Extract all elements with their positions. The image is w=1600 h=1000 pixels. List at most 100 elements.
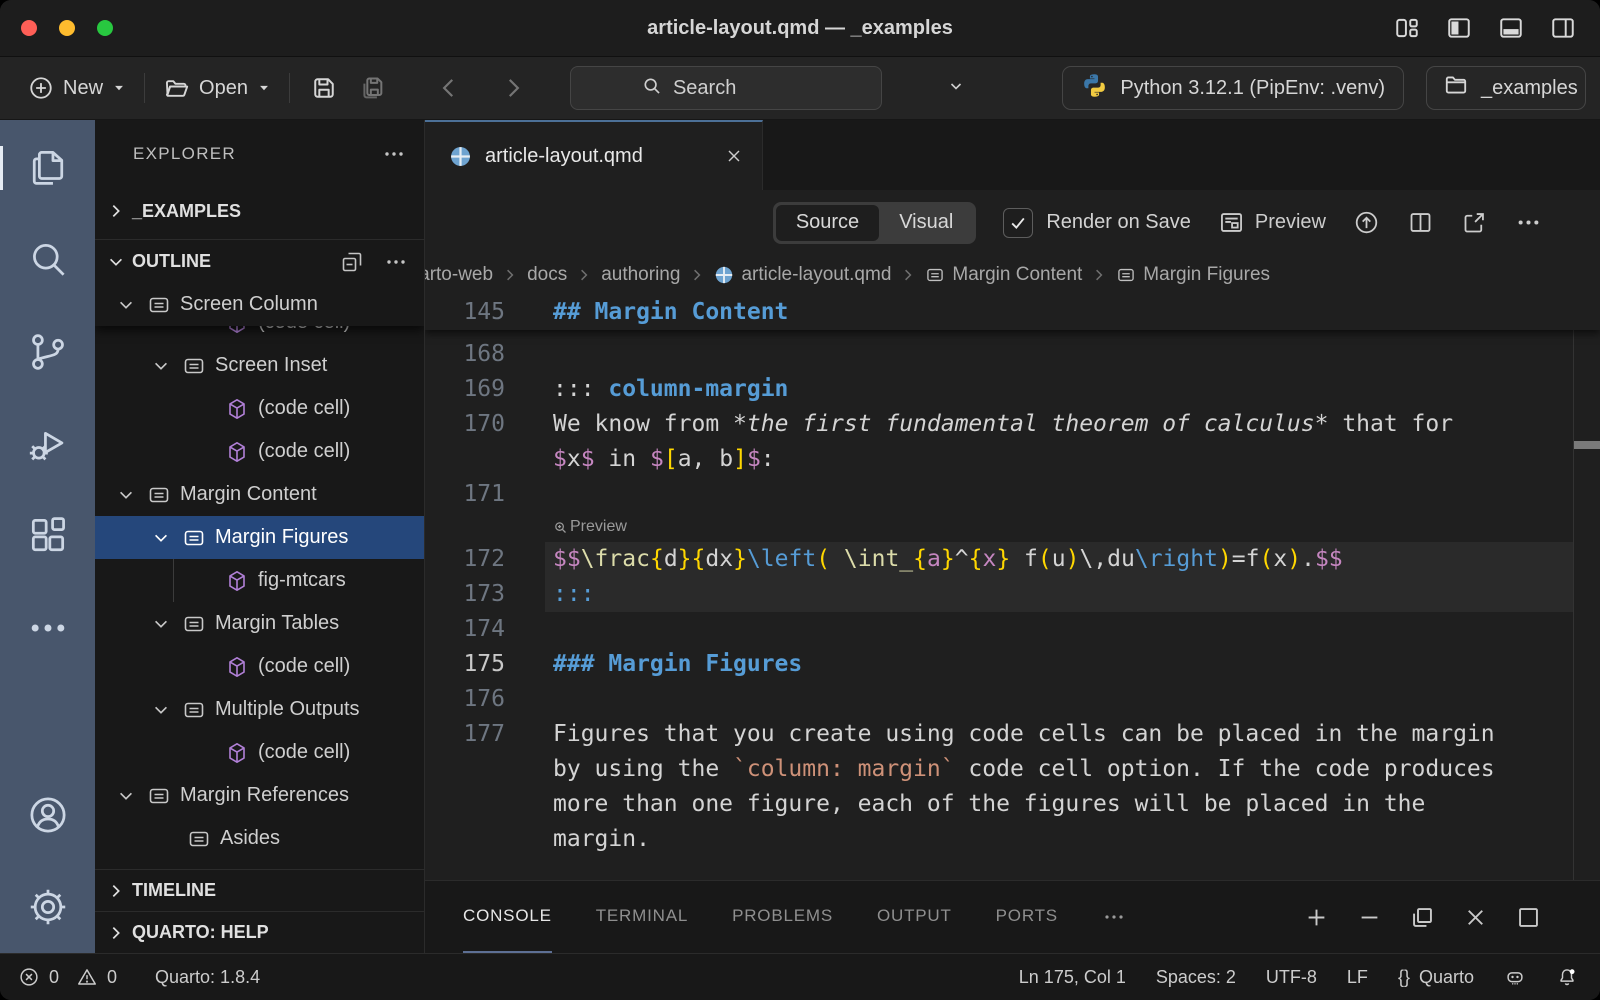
code-line-wrap[interactable]: margin. [425,822,1600,857]
panel-tab-ports[interactable]: PORTS [996,881,1058,953]
minimize-window-button[interactable] [59,20,75,36]
activity-search[interactable] [0,214,95,306]
copilot-status[interactable] [1504,966,1526,988]
breadcrumb-margin-figures[interactable]: Margin Figures [1116,264,1270,286]
breadcrumb-quarto-web[interactable]: quarto-web [425,264,493,286]
code-line-169[interactable]: 169::: column-margin [425,372,1600,407]
code-line-177[interactable]: 177Figures that you create using code ce… [425,717,1600,752]
source-mode-button[interactable]: Source [776,205,879,241]
code-line-145[interactable]: 145## Margin Content [425,295,1600,330]
more-actions-button[interactable] [1515,209,1542,236]
zoom-window-button[interactable] [97,20,113,36]
outline-item-code-cell[interactable]: (code cell) [95,645,424,688]
sidebar-section-examples[interactable]: _EXAMPLES [95,190,424,232]
breadcrumb-article-layout-qmd[interactable]: article-layout.qmd [714,264,891,286]
panel-tab-terminal[interactable]: TERMINAL [596,881,688,953]
toggle-left-sidebar-icon[interactable] [1446,15,1472,41]
indentation-status[interactable]: Spaces: 2 [1156,967,1236,988]
custom-layout-icon[interactable] [1394,15,1420,41]
outline-item-multiple-outputs[interactable]: Multiple Outputs [95,688,424,731]
outline-item-code-cell[interactable]: (code cell) [95,731,424,774]
code-line-171[interactable]: 171 [425,477,1600,512]
code-line-172[interactable]: 172$$\frac{d}{dx}\left( \int_{a}^{x} f(u… [425,542,1600,577]
code-line-176[interactable]: 176 [425,682,1600,717]
minimize-panel-icon[interactable] [1356,904,1383,931]
encoding-status[interactable]: UTF-8 [1266,967,1317,988]
sidebar-section-outline[interactable]: OUTLINE [95,239,424,283]
visual-mode-button[interactable]: Visual [879,205,973,241]
close-panel-icon[interactable] [1462,904,1489,931]
activity-source-control[interactable] [0,306,95,398]
code-line-170[interactable]: 170We know from *the first fundamental t… [425,407,1600,442]
code-line-wrap[interactable]: more than one figure, each of the figure… [425,787,1600,822]
activity-extensions[interactable] [0,490,95,582]
editor-content[interactable]: 145## Margin Content 168169::: column-ma… [425,295,1600,880]
code-line-175[interactable]: 175### Margin Figures [425,647,1600,682]
toggle-bottom-panel-icon[interactable] [1498,15,1524,41]
cursor-position-status[interactable]: Ln 175, Col 1 [1019,967,1126,988]
open-button[interactable]: Open [155,69,279,108]
save-button[interactable] [300,68,348,108]
maximize-panel-icon[interactable] [1515,904,1542,931]
outline-item-asides[interactable]: Asides [95,817,424,860]
chevron-down-icon[interactable] [948,78,964,99]
navigate-forward-button[interactable] [490,69,536,107]
outline-item-code-cell[interactable]: (code cell) [95,430,424,473]
breadcrumb-margin-content[interactable]: Margin Content [925,264,1082,286]
code-line-wrap[interactable]: by using the `column: margin` code cell … [425,752,1600,787]
outline-item-margin-tables[interactable]: Margin Tables [95,602,424,645]
close-tab-icon[interactable] [724,146,744,166]
activity-settings[interactable] [0,861,95,953]
notifications-bell[interactable] [1556,966,1578,988]
outline-item-margin-content[interactable]: Margin Content [95,473,424,516]
activity-more[interactable] [0,582,95,674]
outline-item-margin-references[interactable]: Margin References [95,774,424,817]
code-line-wrap[interactable]: $x$ in $[a, b]$: [425,442,1600,477]
code-line-173[interactable]: 173::: [425,577,1600,612]
panel-tab-console[interactable]: CONSOLE [463,881,552,953]
eol-status[interactable]: LF [1347,967,1368,988]
split-editor-button[interactable] [1407,209,1434,236]
new-console-icon[interactable] [1303,904,1330,931]
more-actions-icon[interactable] [384,250,408,274]
outline-item-code-cell[interactable]: (code cell) [95,326,424,344]
python-interpreter-selector[interactable]: Python 3.12.1 (PipEnv: .venv) [1062,66,1404,110]
publish-button[interactable] [1353,209,1380,236]
breadcrumb-docs[interactable]: docs [527,264,567,286]
panel-tab-problems[interactable]: PROBLEMS [732,881,833,953]
outline-item-margin-figures[interactable]: Margin Figures [95,516,424,559]
breadcrumb-authoring[interactable]: authoring [601,264,680,286]
problems-status[interactable]: 0 0 [18,966,117,988]
activity-explorer[interactable] [0,122,95,214]
language-mode-status[interactable]: {} Quarto [1398,967,1474,988]
toggle-right-sidebar-icon[interactable] [1550,15,1576,41]
activity-run-debug[interactable] [0,398,95,490]
codelens-preview[interactable]: Preview [425,512,1600,542]
code-line-168[interactable]: 168 [425,337,1600,372]
editor-scrollbar[interactable] [1573,295,1600,880]
scrollbar-thumb[interactable] [1574,441,1600,449]
outline-item-screen-column[interactable]: Screen Column [95,283,424,326]
close-window-button[interactable] [21,20,37,36]
save-all-button[interactable] [348,68,396,108]
collapse-all-icon[interactable] [340,250,364,274]
preview-button[interactable]: Preview [1218,209,1326,236]
outline-item-fig-mtcars[interactable]: fig-mtcars [95,559,424,602]
sidebar-section-timeline[interactable]: TIMELINE [95,869,424,911]
editor-tab-article-layout[interactable]: article-layout.qmd [425,120,763,190]
navigate-back-button[interactable] [426,69,472,107]
sticky-scroll-line[interactable]: 145## Margin Content [425,295,1600,330]
activity-account[interactable] [0,769,95,861]
outline-item-screen-inset[interactable]: Screen Inset [95,344,424,387]
more-actions-icon[interactable] [382,142,406,166]
render-on-save-toggle[interactable]: Render on Save [1003,208,1191,238]
sidebar-section-quarto-help[interactable]: QUARTO: HELP [95,911,424,953]
open-external-button[interactable] [1461,209,1488,236]
panel-more-tabs-icon[interactable] [1102,881,1126,953]
code-line-174[interactable]: 174 [425,612,1600,647]
quarto-version-status[interactable]: Quarto: 1.8.4 [155,967,260,988]
workspace-button[interactable]: _examples [1426,66,1586,110]
panel-tab-output[interactable]: OUTPUT [877,881,952,953]
new-button[interactable]: New [20,69,134,107]
search-box[interactable] [570,66,882,110]
